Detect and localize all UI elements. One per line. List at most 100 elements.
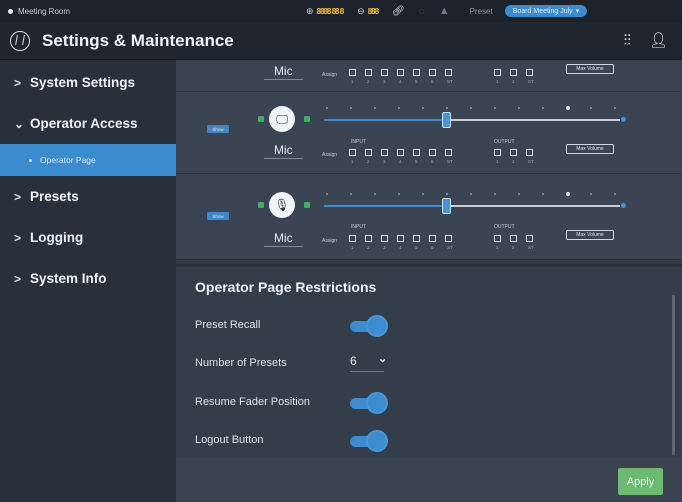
output-assign-checkbox[interactable] [494,235,501,242]
footer-bar: Apply [176,458,682,502]
input-number: 3 [383,79,386,84]
fader-tick [494,107,496,109]
input-label: INPUT [351,139,366,145]
input-number: 1 [351,79,354,84]
input-number: 2 [367,245,370,250]
toggle-knob [366,315,388,337]
input-assign-checkbox[interactable] [413,149,420,156]
fader-tick [494,193,496,195]
input-assign-checkbox[interactable] [413,235,420,242]
fader-tick [470,193,472,195]
input-arrow-icon: ⊕ [306,5,314,16]
input-assign-checkbox[interactable] [397,69,404,76]
chevron-right-icon: > [14,230,22,245]
restrictions-panel: Operator Page Restrictions Preset Recall… [176,264,682,458]
input-assign-checkbox[interactable] [365,69,372,76]
fader-tick [518,193,520,195]
input-number: 5 [415,79,418,84]
apply-button[interactable]: Apply [618,468,663,495]
fader-tick [590,107,592,109]
fader-knob[interactable] [442,112,451,128]
input-assign-checkbox[interactable] [365,149,372,156]
scrollbar[interactable] [672,295,675,455]
input-assign-checkbox[interactable] [381,149,388,156]
sidebar-item-presets[interactable]: > Presets [0,176,176,217]
channel-strip: Mic Assign Max Volume 1 2 3 4 5 6 ST 1 2 ST [176,60,682,92]
user-icon[interactable]: 👤︎ [649,31,668,49]
chevron-right-icon: > [14,189,22,204]
input-number: 1 [351,159,354,164]
fader-knob[interactable] [442,198,451,214]
assign-label: Assign [322,152,338,158]
input-assign-checkbox[interactable] [349,69,356,76]
input-assign-checkbox[interactable] [445,69,452,76]
output-assign-checkbox[interactable] [510,69,517,76]
mute-indicator [304,116,310,122]
preset-selector[interactable]: Board Meeting July ▾ [504,5,588,17]
input-number: 5 [415,245,418,250]
preset-value: Board Meeting July [512,7,573,15]
input-number: 6 [431,159,434,164]
sidebar-item-label: System Info [30,271,107,286]
chevron-right-icon: > [14,75,22,90]
fader-tick [374,107,376,109]
input-assign-checkbox[interactable] [397,149,404,156]
resume-fader-toggle[interactable] [350,392,388,414]
logout-button-label: Logout Button [195,434,264,446]
input-assign-checkbox[interactable] [349,235,356,242]
sidebar-item-label: Operator Page [40,155,96,165]
max-volume-button[interactable]: Max Volume [566,64,614,74]
sidebar-item-label: System Settings [30,75,136,90]
input-assign-checkbox[interactable] [397,235,404,242]
fader-tick [374,193,376,195]
sidebar-item-system-settings[interactable]: > System Settings [0,62,176,103]
input-assign-checkbox[interactable] [445,149,452,156]
max-volume-button[interactable]: Max Volume [566,144,614,154]
fader-tick [566,106,570,110]
preset-recall-label: Preset Recall [195,319,261,331]
output-assign-checkbox[interactable] [526,149,533,156]
output-number: ST [528,245,534,250]
output-assign-checkbox[interactable] [494,69,501,76]
input-meter-bars: 8888 88 8 [316,6,345,16]
app-header: Settings & Maintenance ⫶⫶ 👤︎ [0,22,682,60]
input-assign-checkbox[interactable] [381,69,388,76]
mixer-icon[interactable]: ⫶⫶ [623,32,631,49]
show-button[interactable]: Show [207,125,229,133]
input-assign-checkbox[interactable] [349,149,356,156]
fader-tick [422,193,424,195]
output-assign-checkbox[interactable] [510,235,517,242]
input-assign-checkbox[interactable] [381,235,388,242]
fader-tick [518,107,520,109]
output-assign-checkbox[interactable] [494,149,501,156]
status-bar: Meeting Room ⊕ 8888 88 8 ⊖ 888 🔗︎ ◌ ▲ Pr… [0,0,682,22]
max-volume-button[interactable]: Max Volume [566,230,614,240]
output-meter: ⊖ 888 [357,6,379,17]
output-assign-checkbox[interactable] [526,235,533,242]
sidebar-item-operator-page[interactable]: Operator Page [0,144,176,176]
toggle-knob [366,430,388,452]
output-assign-checkbox[interactable] [526,69,533,76]
input-assign-checkbox[interactable] [445,235,452,242]
sidebar-item-operator-access[interactable]: ⌄ Operator Access [0,103,176,144]
input-assign-checkbox[interactable] [429,69,436,76]
input-number: 3 [383,245,386,250]
input-assign-checkbox[interactable] [429,149,436,156]
logout-button-toggle[interactable] [350,430,388,452]
fader-tick [590,193,592,195]
fader-tick [326,193,328,195]
input-assign-checkbox[interactable] [365,235,372,242]
sidebar-item-logging[interactable]: > Logging [0,217,176,258]
output-assign-checkbox[interactable] [510,149,517,156]
room-dot-icon [8,8,13,14]
room-name: Meeting Room [18,6,71,16]
input-assign-checkbox[interactable] [413,69,420,76]
input-assign-checkbox[interactable] [429,235,436,242]
mute-indicator [258,202,264,208]
preset-recall-toggle[interactable] [350,315,388,337]
output-meter-bars: 888 [367,6,379,16]
sidebar-item-system-info[interactable]: > System Info [0,258,176,299]
monitor-icon: 🖵 [269,106,295,132]
show-button[interactable]: Show [207,212,229,220]
preset-label: Preset [469,6,493,16]
